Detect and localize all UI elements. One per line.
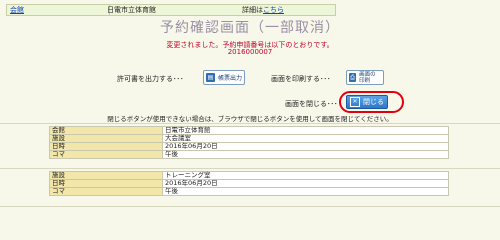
table-value: 午後 [162, 187, 449, 196]
print-screen-label: 画面を印刷する･･･ [271, 75, 331, 83]
table-key: コマ [49, 150, 163, 159]
page-title: 予約確認画面（一部取消） [160, 20, 340, 36]
print-screen-button-label: 画面の印刷 [359, 71, 376, 84]
table-key: コマ [49, 187, 163, 196]
table-row: コマ 午後 [49, 150, 449, 159]
table-value: 午後 [162, 150, 449, 159]
table-key: 施設 [49, 171, 163, 180]
table-key: 日時 [49, 179, 163, 188]
details-prefix: 詳細は [242, 6, 263, 14]
highlight-ring [339, 91, 404, 113]
table-row: 日時 2016年06月20日 [49, 179, 449, 188]
details-text: 詳細はこちら [242, 5, 284, 15]
facility-name-cell: 日電市立体育館 詳細はこちら [104, 5, 343, 15]
permit-output-label: 許可書を出力する･･･ [117, 75, 184, 83]
reservation-number: 2016000007 [227, 48, 273, 56]
table-value: 2016年06月20日 [162, 142, 449, 151]
close-screen-label: 画面を閉じる･･･ [285, 100, 338, 108]
table-row: 会館 日電市立体育館 [49, 126, 449, 135]
close-notice: 閉じるボタンが使用できない場合は、ブラウザで閉じるボタンを使用して画面を閉じてく… [107, 115, 393, 123]
form-output-button[interactable]: ▤ 帳票出力 [203, 70, 245, 85]
reservation-table-2: 施設 トレーニング室 日時 2016年06月20日 コマ 午後 [49, 171, 449, 196]
table-row: 施設 大会議室 [49, 134, 449, 143]
table-row: 日時 2016年06月20日 [49, 142, 449, 151]
reservation-table-1: 会館 日電市立体育館 施設 大会議室 日時 2016年06月20日 コマ 午後 [49, 126, 449, 159]
print-screen-button[interactable]: ⎙ 画面の印刷 [346, 70, 384, 85]
details-link[interactable]: こちら [263, 6, 284, 14]
table-value: 日電市立体育館 [162, 126, 449, 135]
divider [0, 123, 500, 124]
facility-link[interactable]: 会館 [10, 6, 24, 14]
facility-header: 会館 日電市立体育館 詳細はこちら [6, 4, 336, 16]
facility-name: 日電市立体育館 [107, 6, 156, 14]
facility-link-cell: 会館 [7, 5, 110, 15]
table-key: 施設 [49, 134, 163, 143]
table-row: 施設 トレーニング室 [49, 171, 449, 180]
table-value: 2016年06月20日 [162, 179, 449, 188]
divider [0, 206, 500, 207]
table-key: 日時 [49, 142, 163, 151]
divider [0, 168, 500, 169]
form-output-button-label: 帳票出力 [218, 75, 243, 82]
table-key: 会館 [49, 126, 163, 135]
table-row: コマ 午後 [49, 187, 449, 196]
printer-icon: ⎙ [349, 73, 357, 82]
document-icon: ▤ [206, 73, 215, 82]
